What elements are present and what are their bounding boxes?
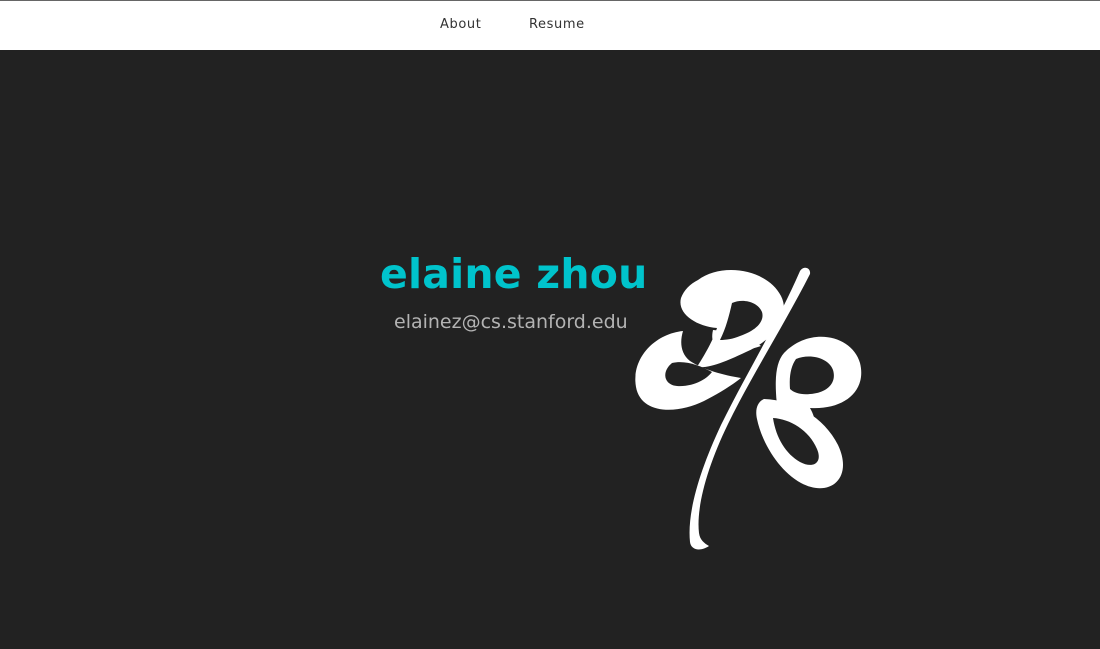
nav-link-resume[interactable]: Resume	[529, 17, 585, 32]
hero-section: elaine zhou elainez@cs.stanford.edu	[0, 50, 1100, 649]
top-navigation: About Resume	[0, 0, 1100, 50]
email-link[interactable]: elainez@cs.stanford.edu	[394, 308, 628, 336]
site-title: elaine zhou	[380, 250, 648, 298]
flower-monogram-logo-icon	[635, 267, 862, 550]
nav-link-about[interactable]: About	[440, 17, 481, 32]
